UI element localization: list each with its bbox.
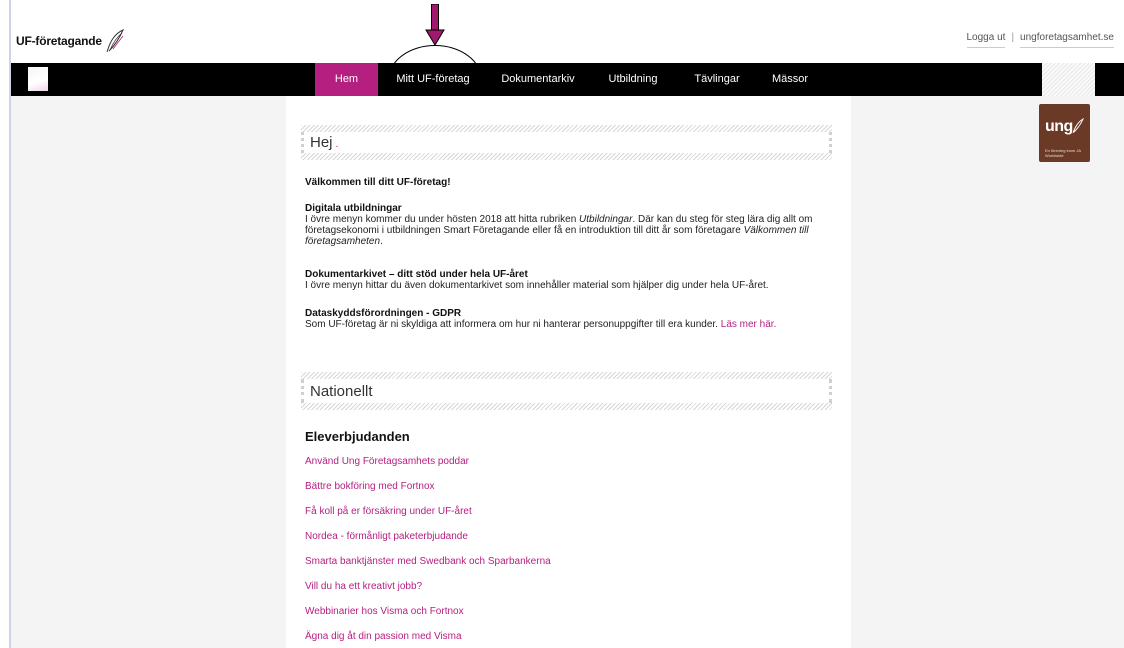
offer-link[interactable]: Webbinarier hos Visma och Fortnox (305, 606, 464, 617)
greeting-title: Hej (310, 134, 333, 151)
offer-link[interactable]: Använd Ung Företagsamhets poddar (305, 456, 469, 467)
greeting-heading: Hej. (301, 132, 832, 153)
hatch-top (301, 125, 832, 132)
greeting-suffix: . (335, 139, 339, 150)
site-link[interactable]: ungforetagsamhet.se (1020, 32, 1114, 48)
section-heading: Dataskyddsförordningen - GDPR (305, 308, 462, 319)
ung-logo-subtext: En förening inom JA Worldwide (1045, 148, 1081, 158)
main-navbar: Hem Mitt UF-företag Dokumentarkiv Utbild… (11, 63, 1124, 105)
ung-logo-text: ung (1045, 118, 1073, 135)
nav-item-dokumentarkiv[interactable]: Dokumentarkiv (488, 63, 588, 96)
national-box: Nationellt (300, 371, 833, 411)
nav-item-massor[interactable]: Mässor (756, 63, 824, 96)
quill-small-icon (1072, 118, 1084, 134)
offer-link[interactable]: Få koll på er försäkring under UF-året (305, 506, 472, 517)
header-separator: | (1011, 32, 1015, 43)
eleverbjudanden-heading: Eleverbjudanden (305, 429, 410, 444)
nav-hatch-decoration (1042, 63, 1095, 96)
main-content: Hej. Välkommen till ditt UF-företag! Dig… (286, 96, 851, 648)
ung-foretagsamhet-logo[interactable]: ung En förening inom JA Worldwide (1039, 104, 1090, 162)
nav-item-hem[interactable]: Hem (315, 63, 378, 105)
gdpr-read-more-link[interactable]: Läs mer här. (721, 319, 777, 330)
welcome-text: Välkommen till ditt UF-företag! (305, 177, 451, 188)
site-logo[interactable]: UF-företagande (16, 28, 126, 54)
offer-link[interactable]: Nordea - förmånligt paketerbjudande (305, 531, 468, 542)
section-digitala-utbildningar: Digitala utbildningar I övre menyn komme… (305, 203, 825, 247)
hatch-bottom (301, 153, 832, 160)
offer-link[interactable]: Smarta banktjänster med Swedbank och Spa… (305, 556, 551, 567)
greeting-box: Hej. (300, 124, 833, 161)
section-heading: Digitala utbildningar (305, 203, 402, 214)
logo-text: UF-företagande (16, 34, 102, 48)
down-arrow-annotation-icon (425, 4, 445, 46)
nav-item-utbildning[interactable]: Utbildning (588, 63, 678, 96)
section-gdpr: Dataskyddsförordningen - GDPR Som UF-för… (305, 308, 825, 330)
hatch-top (301, 372, 832, 379)
offer-link[interactable]: Ägna dig åt din passion med Visma (305, 631, 462, 642)
section-heading: Dokumentarkivet – ditt stöd under hela U… (305, 269, 528, 280)
section-body: I övre menyn kommer du under hösten 2018… (305, 214, 813, 247)
section-body: Som UF-företag är ni skyldiga att inform… (305, 319, 777, 330)
header-links: Logga ut | ungforetagsamhet.se (966, 32, 1114, 48)
nav-item-tavlingar[interactable]: Tävlingar (678, 63, 756, 96)
section-dokumentarkivet: Dokumentarkivet – ditt stöd under hela U… (305, 269, 825, 291)
nav-home-icon[interactable] (28, 67, 48, 91)
logout-link[interactable]: Logga ut (966, 32, 1006, 48)
hatch-bottom (301, 403, 832, 410)
national-heading: Nationellt (301, 379, 832, 403)
section-body: I övre menyn hittar du även dokumentarki… (305, 280, 769, 291)
quill-logo-icon (106, 29, 124, 53)
offer-link[interactable]: Vill du ha ett kreativt jobb? (305, 581, 422, 592)
offer-link[interactable]: Bättre bokföring med Fortnox (305, 481, 435, 492)
